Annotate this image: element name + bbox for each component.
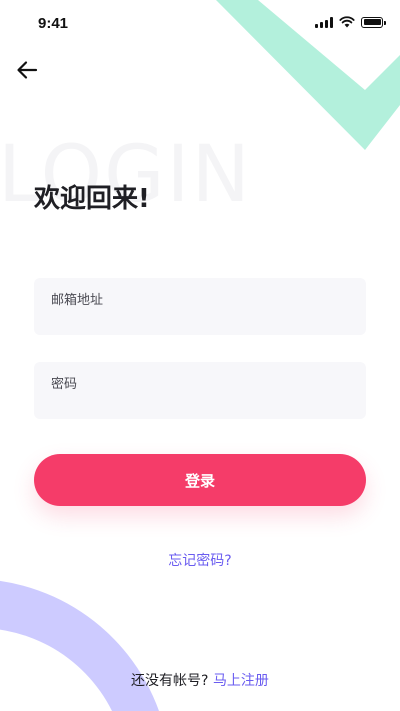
register-row: 还没有帐号? 马上注册 <box>0 670 400 690</box>
battery-icon <box>361 16 386 28</box>
forgot-password-link[interactable]: 忘记密码? <box>168 553 231 569</box>
status-time: 9:41 <box>38 15 69 32</box>
page-title: 欢迎回来! <box>34 184 150 214</box>
back-button[interactable] <box>12 56 42 84</box>
register-link[interactable]: 马上注册 <box>213 673 269 689</box>
login-button[interactable]: 登录 <box>34 454 366 506</box>
password-field-label: 密码 <box>51 377 78 392</box>
no-account-text: 还没有帐号? <box>131 673 209 689</box>
email-input[interactable] <box>51 309 352 329</box>
password-input[interactable] <box>51 393 352 413</box>
status-bar: 9:41 <box>0 0 400 46</box>
wifi-icon <box>339 16 355 28</box>
status-icons <box>315 16 386 28</box>
email-field[interactable]: 邮箱地址 <box>34 278 366 335</box>
password-field[interactable]: 密码 <box>34 362 366 419</box>
forgot-password-row: 忘记密码? <box>0 550 400 570</box>
arrow-left-icon <box>17 61 38 79</box>
signal-icon <box>315 16 333 28</box>
email-field-label: 邮箱地址 <box>51 293 104 308</box>
decorative-arc-shape <box>0 580 159 711</box>
